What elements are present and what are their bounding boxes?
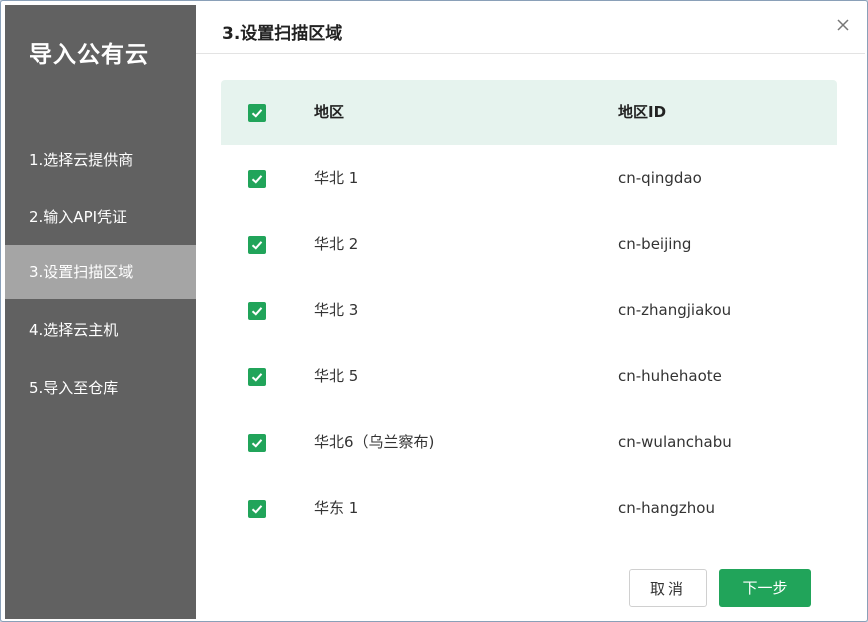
step-select-provider[interactable]: 1.选择云提供商 bbox=[5, 133, 196, 187]
header-region: 地区 bbox=[314, 103, 345, 121]
table-header: 地区 地区ID bbox=[221, 80, 837, 145]
step-api-credentials[interactable]: 2.输入API凭证 bbox=[5, 190, 196, 244]
region-name: 华北6（乌兰察布) bbox=[314, 433, 435, 451]
region-name: 华北 2 bbox=[314, 235, 359, 253]
region-id: cn-beijing bbox=[618, 235, 692, 253]
table-row[interactable]: 华北 3 cn-zhangjiakou bbox=[221, 277, 837, 344]
region-id: cn-hangzhou bbox=[618, 499, 715, 517]
step-select-hosts[interactable]: 4.选择云主机 bbox=[5, 303, 196, 357]
table-row[interactable]: 华东 1 cn-hangzhou bbox=[221, 475, 837, 521]
region-name: 华北 1 bbox=[314, 169, 359, 187]
region-name: 华北 5 bbox=[314, 367, 359, 385]
step-import-repo[interactable]: 5.导入至仓库 bbox=[5, 361, 196, 415]
region-id: cn-huhehaote bbox=[618, 367, 722, 385]
select-all-checkbox[interactable] bbox=[248, 104, 266, 122]
table-row[interactable]: 华北 2 cn-beijing bbox=[221, 211, 837, 278]
region-id: cn-qingdao bbox=[618, 169, 702, 187]
main-panel: 3.设置扫描区域 地区 地区ID 华北 1 cn-qingdao 华北 2 cn… bbox=[196, 5, 865, 619]
row-checkbox[interactable] bbox=[248, 236, 266, 254]
table-row[interactable]: 华北6（乌兰察布) cn-wulanchabu bbox=[221, 409, 837, 476]
region-id: cn-wulanchabu bbox=[618, 433, 732, 451]
region-table: 地区 地区ID 华北 1 cn-qingdao 华北 2 cn-beijing … bbox=[221, 80, 837, 521]
header-region-id: 地区ID bbox=[618, 103, 667, 121]
row-checkbox[interactable] bbox=[248, 170, 266, 188]
step-scan-region[interactable]: 3.设置扫描区域 bbox=[5, 245, 196, 299]
region-name: 华东 1 bbox=[314, 499, 359, 517]
dialog-header: 3.设置扫描区域 bbox=[196, 5, 865, 54]
next-button[interactable]: 下一步 bbox=[719, 569, 811, 607]
row-checkbox[interactable] bbox=[248, 368, 266, 386]
cancel-button[interactable]: 取消 bbox=[629, 569, 707, 607]
row-checkbox[interactable] bbox=[248, 302, 266, 320]
row-checkbox[interactable] bbox=[248, 500, 266, 518]
import-dialog: 导入公有云 1.选择云提供商 2.输入API凭证 3.设置扫描区域 4.选择云主… bbox=[0, 0, 868, 622]
dialog-title: 3.设置扫描区域 bbox=[222, 24, 343, 44]
table-row[interactable]: 华北 1 cn-qingdao bbox=[221, 145, 837, 212]
close-icon[interactable] bbox=[831, 13, 855, 37]
row-checkbox[interactable] bbox=[248, 434, 266, 452]
region-name: 华北 3 bbox=[314, 301, 359, 319]
region-id: cn-zhangjiakou bbox=[618, 301, 732, 319]
sidebar: 导入公有云 1.选择云提供商 2.输入API凭证 3.设置扫描区域 4.选择云主… bbox=[5, 5, 196, 619]
sidebar-title: 导入公有云 bbox=[29, 42, 149, 68]
table-row[interactable]: 华北 5 cn-huhehaote bbox=[221, 343, 837, 410]
